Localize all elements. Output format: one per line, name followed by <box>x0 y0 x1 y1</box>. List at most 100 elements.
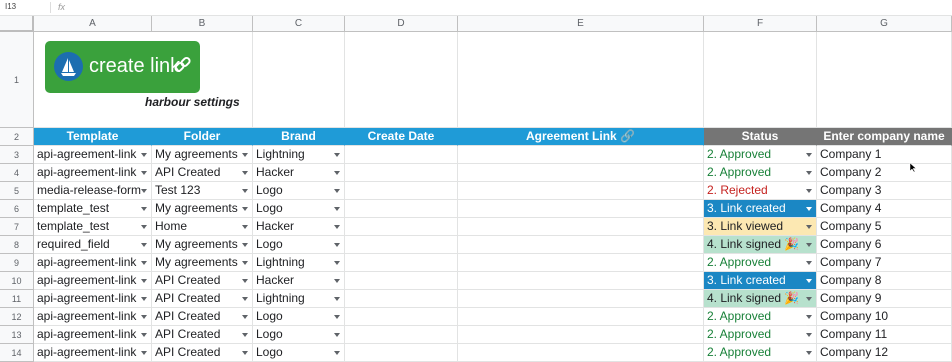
cell-company[interactable]: Company 1 <box>817 146 952 164</box>
chevron-down-icon[interactable] <box>334 207 340 211</box>
cell-status[interactable]: 2. Rejected <box>704 182 817 200</box>
cell-template[interactable]: required_field <box>34 236 152 254</box>
column-header-g[interactable]: G <box>817 16 952 32</box>
cell-agreement-link[interactable] <box>458 182 704 200</box>
chevron-down-icon[interactable] <box>242 225 248 229</box>
chevron-down-icon[interactable] <box>806 279 812 283</box>
row-header-3[interactable]: 3 <box>0 146 34 164</box>
row-header-4[interactable]: 4 <box>0 164 34 182</box>
cell-folder[interactable]: API Created <box>152 290 253 308</box>
cell-company[interactable]: Company 11 <box>817 326 952 344</box>
cell-folder[interactable]: My agreements <box>152 254 253 272</box>
cell-f1[interactable] <box>704 32 817 128</box>
cell-create-date[interactable] <box>345 326 458 344</box>
chevron-down-icon[interactable] <box>806 297 812 301</box>
cell-folder[interactable]: My agreements <box>152 236 253 254</box>
chevron-down-icon[interactable] <box>141 333 147 337</box>
cell-template[interactable]: api-agreement-link <box>34 290 152 308</box>
chevron-down-icon[interactable] <box>334 261 340 265</box>
cell-create-date[interactable] <box>345 146 458 164</box>
column-header-c[interactable]: C <box>253 16 345 32</box>
chevron-down-icon[interactable] <box>334 315 340 319</box>
chevron-down-icon[interactable] <box>242 243 248 247</box>
chevron-down-icon[interactable] <box>806 351 812 355</box>
cell-agreement-link[interactable] <box>458 272 704 290</box>
cell-company[interactable]: Company 8 <box>817 272 952 290</box>
chevron-down-icon[interactable] <box>242 333 248 337</box>
cell-folder[interactable]: API Created <box>152 308 253 326</box>
row-header-10[interactable]: 10 <box>0 272 34 290</box>
chevron-down-icon[interactable] <box>242 315 248 319</box>
cell-status[interactable]: 4. Link signed 🎉 <box>704 236 817 254</box>
row-header-13[interactable]: 13 <box>0 326 34 344</box>
cell-agreement-link[interactable] <box>458 200 704 218</box>
cell-company[interactable]: Company 12 <box>817 344 952 362</box>
chevron-down-icon[interactable] <box>141 297 147 301</box>
cell-brand[interactable]: Logo <box>253 326 345 344</box>
cell-company[interactable]: Company 10 <box>817 308 952 326</box>
cell-status[interactable]: 2. Approved <box>704 146 817 164</box>
chevron-down-icon[interactable] <box>141 279 147 283</box>
chevron-down-icon[interactable] <box>806 243 812 247</box>
chevron-down-icon[interactable] <box>242 153 248 157</box>
chevron-down-icon[interactable] <box>334 225 340 229</box>
chevron-down-icon[interactable] <box>806 207 812 211</box>
cell-create-date[interactable] <box>345 272 458 290</box>
cell-brand[interactable]: Logo <box>253 200 345 218</box>
cell-template[interactable]: api-agreement-link <box>34 272 152 290</box>
cell-template[interactable]: template_test <box>34 218 152 236</box>
chevron-down-icon[interactable] <box>141 351 147 355</box>
chevron-down-icon[interactable] <box>242 189 248 193</box>
cell-brand[interactable]: Logo <box>253 236 345 254</box>
row-header-11[interactable]: 11 <box>0 290 34 308</box>
chevron-down-icon[interactable] <box>242 207 248 211</box>
chevron-down-icon[interactable] <box>334 171 340 175</box>
chevron-down-icon[interactable] <box>334 351 340 355</box>
cell-folder[interactable]: API Created <box>152 326 253 344</box>
cell-template[interactable]: media-release-form <box>34 182 152 200</box>
chevron-down-icon[interactable] <box>806 171 812 175</box>
chevron-down-icon[interactable] <box>141 171 147 175</box>
chevron-down-icon[interactable] <box>141 189 147 193</box>
create-link-button[interactable]: create link <box>45 41 200 93</box>
row-header-5[interactable]: 5 <box>0 182 34 200</box>
cell-company[interactable]: Company 4 <box>817 200 952 218</box>
cell-folder[interactable]: My agreements <box>152 146 253 164</box>
column-header-d[interactable]: D <box>345 16 458 32</box>
cell-agreement-link[interactable] <box>458 326 704 344</box>
chevron-down-icon[interactable] <box>806 315 812 319</box>
row-header-14[interactable]: 14 <box>0 344 34 362</box>
chevron-down-icon[interactable] <box>242 351 248 355</box>
cell-create-date[interactable] <box>345 308 458 326</box>
chevron-down-icon[interactable] <box>806 153 812 157</box>
cell-brand[interactable]: Logo <box>253 344 345 362</box>
column-header-a[interactable]: A <box>34 16 152 32</box>
cell-status[interactable]: 2. Approved <box>704 164 817 182</box>
chevron-down-icon[interactable] <box>242 171 248 175</box>
chevron-down-icon[interactable] <box>806 261 812 265</box>
cell-template[interactable]: template_test <box>34 200 152 218</box>
cell-status[interactable]: 3. Link viewed <box>704 218 817 236</box>
row-header-2[interactable]: 2 <box>0 128 34 146</box>
column-header-b[interactable]: B <box>152 16 253 32</box>
chevron-down-icon[interactable] <box>242 297 248 301</box>
chevron-down-icon[interactable] <box>334 333 340 337</box>
cell-folder[interactable]: API Created <box>152 164 253 182</box>
chevron-down-icon[interactable] <box>242 261 248 265</box>
cell-status[interactable]: 3. Link created <box>704 200 817 218</box>
chevron-down-icon[interactable] <box>141 243 147 247</box>
chevron-down-icon[interactable] <box>334 279 340 283</box>
chevron-down-icon[interactable] <box>334 297 340 301</box>
cell-company[interactable]: Company 9 <box>817 290 952 308</box>
cell-template[interactable]: api-agreement-link <box>34 164 152 182</box>
chevron-down-icon[interactable] <box>242 279 248 283</box>
cell-status[interactable]: 2. Approved <box>704 254 817 272</box>
row-header-7[interactable]: 7 <box>0 218 34 236</box>
row-header-12[interactable]: 12 <box>0 308 34 326</box>
chevron-down-icon[interactable] <box>141 153 147 157</box>
chevron-down-icon[interactable] <box>334 189 340 193</box>
row-header-9[interactable]: 9 <box>0 254 34 272</box>
cell-brand[interactable]: Lightning <box>253 290 345 308</box>
cell-status[interactable]: 2. Approved <box>704 326 817 344</box>
cell-company[interactable]: Company 2 <box>817 164 952 182</box>
